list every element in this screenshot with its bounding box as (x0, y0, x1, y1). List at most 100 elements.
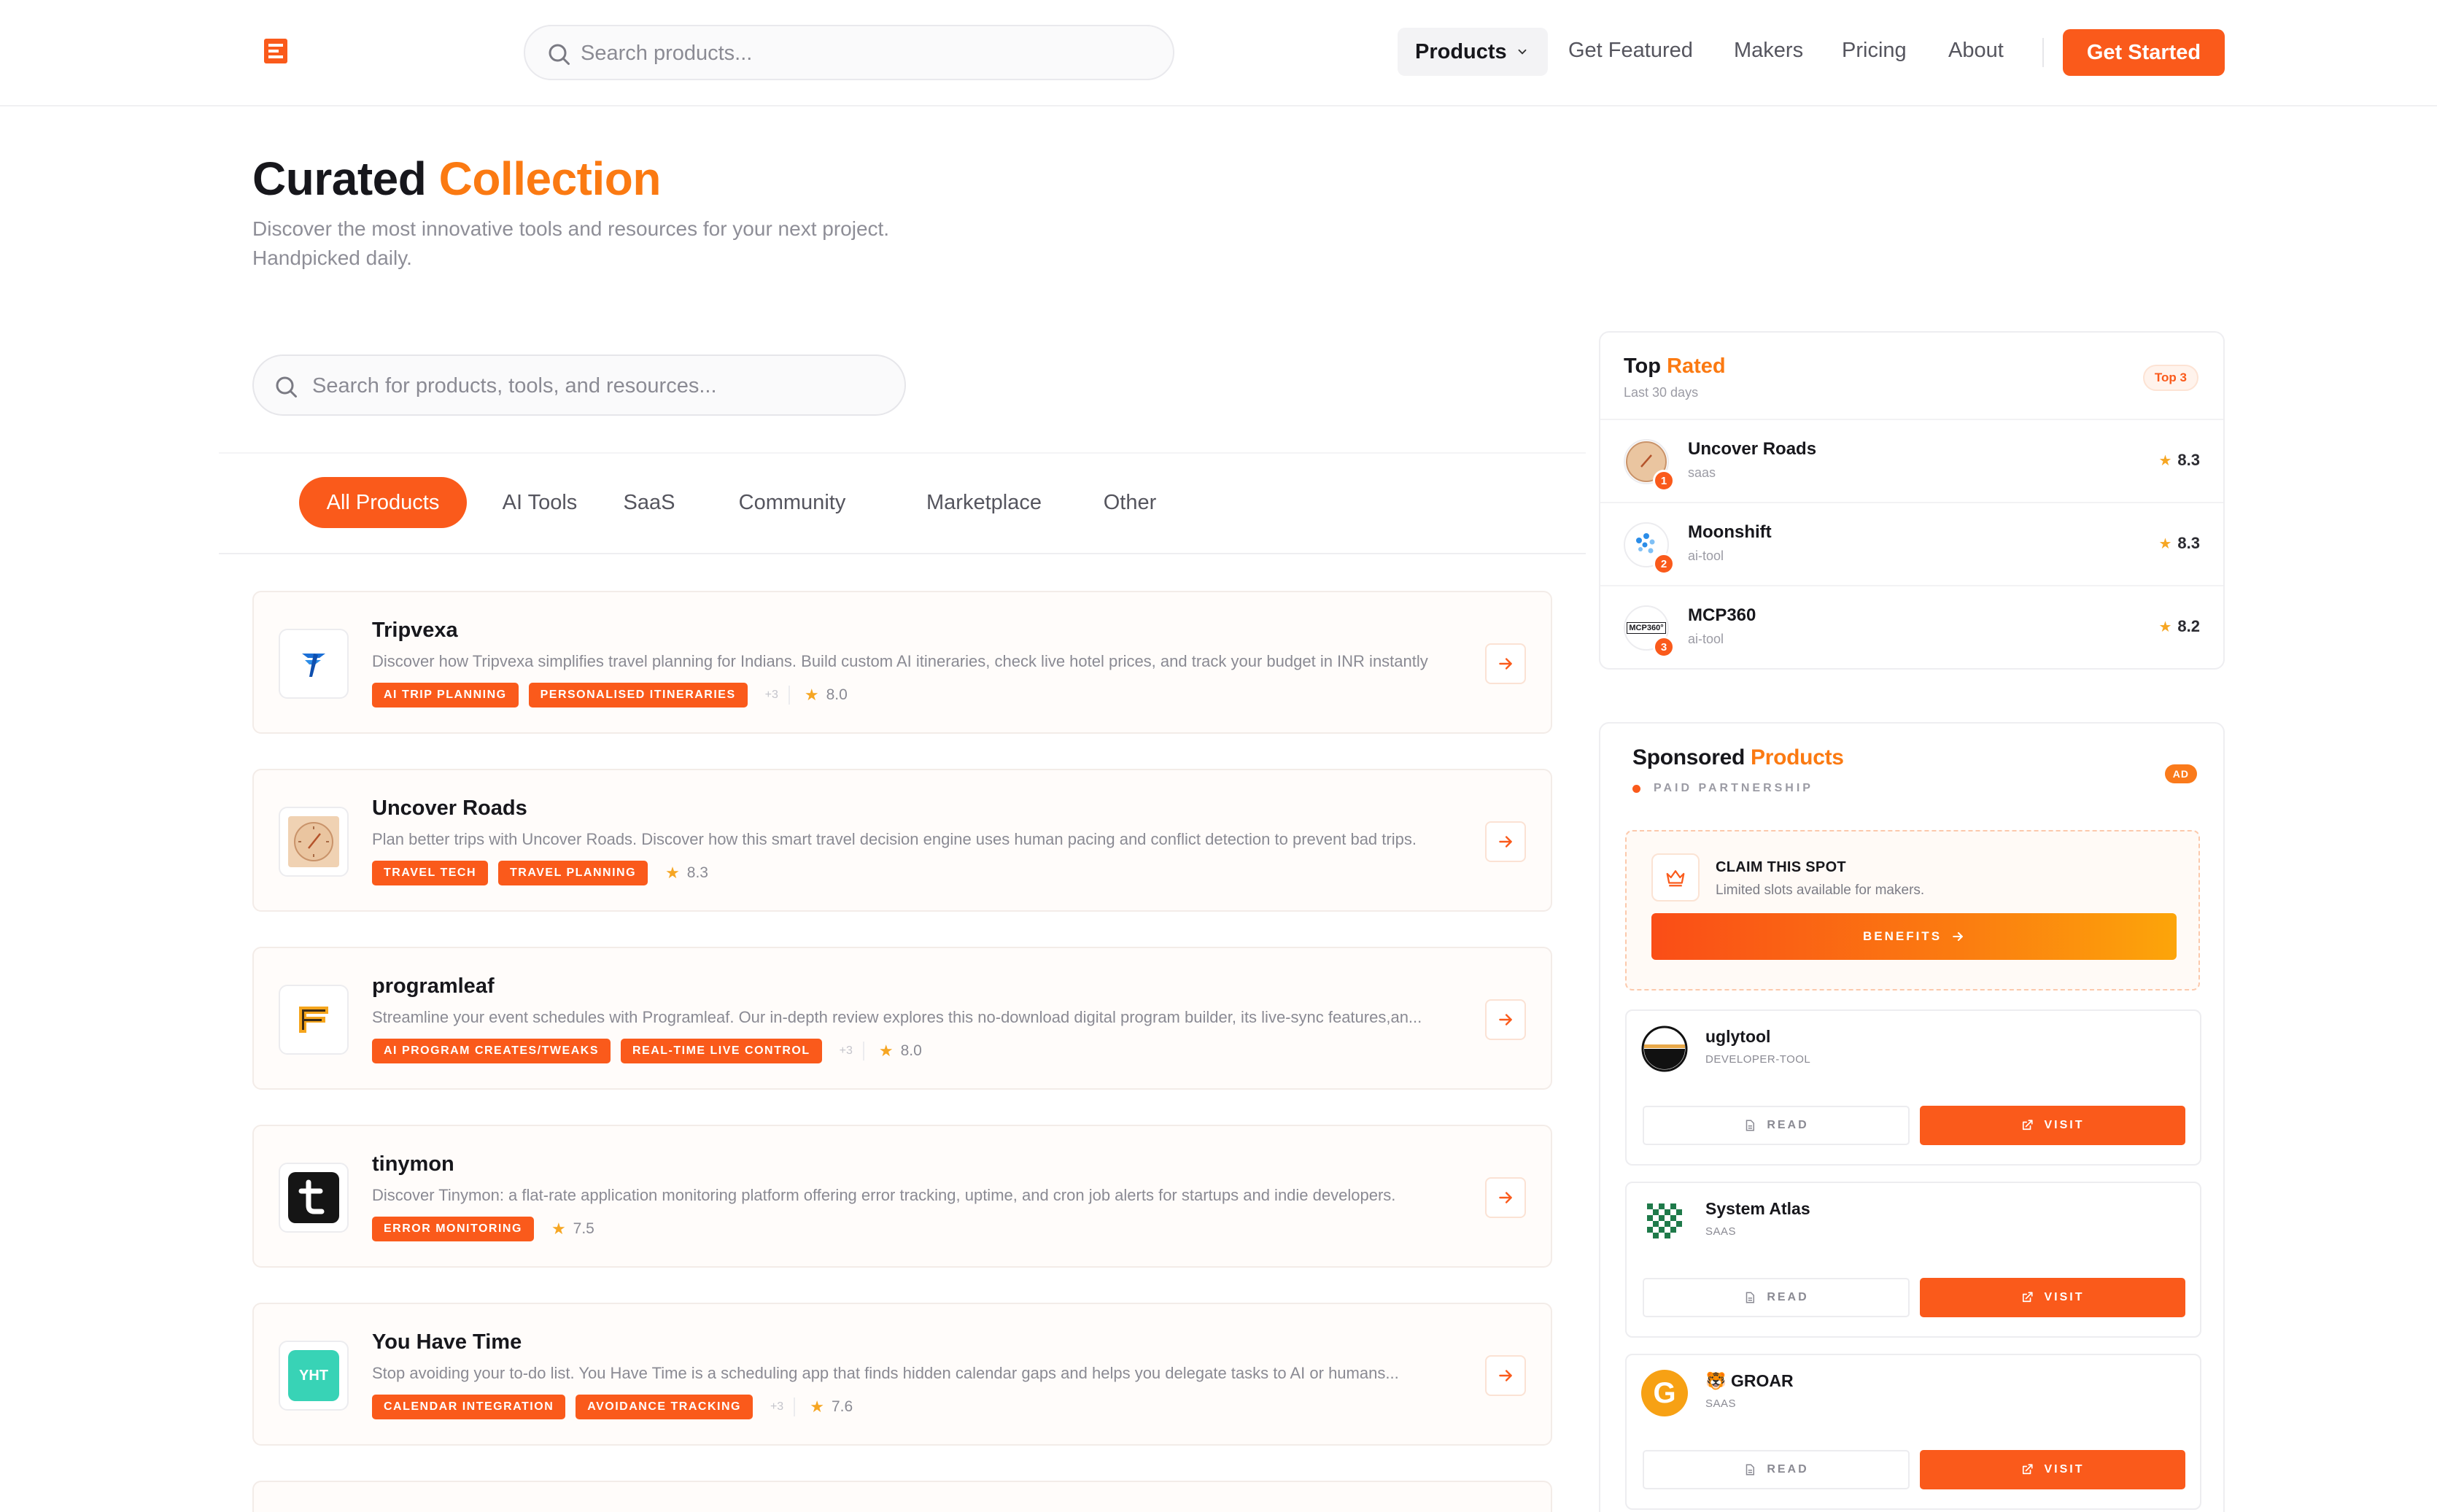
nav-search-input[interactable] (581, 36, 1150, 70)
external-link-icon (2023, 1464, 2034, 1475)
brand-logo-icon[interactable] (264, 39, 287, 63)
product-description: Stop avoiding your to-do list. You Have … (372, 1364, 1399, 1382)
product-search-input[interactable] (312, 369, 881, 403)
top-rated-category: saas (1688, 465, 1716, 480)
product-tags: AI TRIP PLANNING PERSONALISED ITINERARIE… (372, 683, 848, 707)
open-product-button[interactable] (1485, 643, 1526, 684)
search-icon (549, 44, 570, 65)
top-rated-score: ★ 8.3 (2158, 534, 2200, 553)
external-link-icon (2023, 1292, 2034, 1303)
product-card-tinymon[interactable]: tinymon Discover Tinymon: a flat-rate ap… (252, 1125, 1552, 1268)
arrow-right-icon (1499, 1370, 1512, 1381)
external-link-icon (2023, 1120, 2034, 1131)
product-search-box (252, 354, 906, 416)
document-icon (1746, 1292, 1755, 1303)
star-icon: ★ (878, 1042, 894, 1060)
read-button[interactable]: READ (1643, 1106, 1910, 1145)
nav-divider (2042, 38, 2044, 67)
sponsored-category: SAAS (1705, 1397, 1737, 1410)
product-card-programleaf[interactable]: programleaf Streamline your event schedu… (252, 947, 1552, 1090)
tinymon-logo-icon (279, 1163, 349, 1233)
benefits-label: BENEFITS (1862, 929, 1942, 943)
product-tags: TRAVEL TECH TRAVEL PLANNING ★ 8.3 (372, 861, 708, 885)
visit-label: VISIT (2044, 1291, 2085, 1303)
document-icon (1746, 1464, 1755, 1476)
programleaf-logo-icon (279, 985, 349, 1055)
open-product-button[interactable] (1485, 999, 1526, 1040)
get-started-button[interactable]: Get Started (2063, 29, 2225, 76)
claim-spot-card: CLAIM THIS SPOT Limited slots available … (1625, 830, 2200, 990)
yht-logo-text: YHT (288, 1350, 339, 1401)
sponsored-title: Sponsored Products (1632, 745, 1844, 770)
nav-link-pricing[interactable]: Pricing (1842, 39, 1907, 63)
product-tag: AVOIDANCE TRACKING (576, 1395, 753, 1419)
top-rated-period: Last 30 days (1624, 385, 1699, 400)
more-tags-count: +3 (764, 689, 778, 701)
read-button[interactable]: READ (1643, 1450, 1910, 1489)
top-rated-item[interactable]: MCP360° 3 MCP360 ai-tool ★ 8.2 (1600, 585, 2223, 668)
status-dot-icon (1632, 784, 1640, 793)
product-description: Streamline your event schedules with Pro… (372, 1008, 1422, 1026)
mcp360-logo-text: MCP360° (1627, 622, 1666, 634)
open-product-button[interactable] (1485, 1355, 1526, 1396)
product-name: Uncover Roads (372, 796, 527, 820)
search-icon (276, 376, 297, 398)
claim-subtitle: Limited slots available for makers. (1716, 883, 1925, 898)
divider (794, 1397, 796, 1416)
visit-button[interactable]: VISIT (1920, 1450, 2185, 1489)
sponsored-panel: Sponsored Products PAID PARTNERSHIP AD C… (1599, 722, 2225, 1512)
nav-products-dropdown[interactable]: Products (1398, 28, 1548, 76)
visit-button[interactable]: VISIT (1920, 1106, 2185, 1145)
score-value: 8.2 (2177, 617, 2200, 635)
more-tags-count: +3 (839, 1044, 853, 1057)
top-rated-title-accent: Rated (1667, 354, 1726, 378)
divider (862, 1042, 864, 1061)
page-title: Curated Collection (252, 152, 661, 206)
nav-link-makers[interactable]: Makers (1734, 39, 1803, 63)
top-rated-item[interactable]: 1 Uncover Roads saas ★ 8.3 (1600, 419, 2223, 502)
tab-marketplace[interactable]: Marketplace (900, 477, 1068, 528)
top-rated-name: Moonshift (1688, 522, 1772, 542)
open-product-button[interactable] (1485, 821, 1526, 862)
tab-other[interactable]: Other (1091, 477, 1169, 528)
ad-badge: AD (2164, 764, 2197, 783)
tab-all-products[interactable]: All Products (299, 477, 467, 528)
product-name: You Have Time (372, 1330, 522, 1354)
star-icon: ★ (2158, 619, 2172, 635)
claim-title: CLAIM THIS SPOT (1716, 859, 1846, 875)
product-rating: ★ 8.0 (879, 1042, 922, 1061)
top-rated-item[interactable]: 2 Moonshift ai-tool ★ 8.3 (1600, 502, 2223, 585)
read-button[interactable]: READ (1643, 1278, 1910, 1317)
score-value: 8.3 (2177, 451, 2200, 469)
product-card-partial[interactable] (252, 1481, 1552, 1512)
sponsored-name: 🐯 GROAR (1705, 1371, 1794, 1390)
more-tags-count: +3 (770, 1400, 784, 1413)
arrow-right-icon (1953, 932, 1963, 941)
tab-ai-tools[interactable]: AI Tools (489, 477, 591, 528)
chevron-down-icon (1518, 49, 1527, 55)
sponsored-item-groar: G 🐯 GROAR SAAS READ VISIT (1625, 1354, 2201, 1510)
open-product-button[interactable] (1485, 1177, 1526, 1218)
visit-button[interactable]: VISIT (1920, 1278, 2185, 1317)
top-rated-name: Uncover Roads (1688, 439, 1817, 459)
product-tag: TRAVEL TECH (372, 861, 489, 885)
benefits-button[interactable]: BENEFITS (1651, 913, 2177, 960)
top-rated-score: ★ 8.3 (2158, 451, 2200, 470)
product-card-you-have-time[interactable]: YHT You Have Time Stop avoiding your to-… (252, 1303, 1552, 1446)
nav-link-about[interactable]: About (1948, 39, 2004, 63)
rank-badge: 2 (1653, 553, 1675, 575)
product-card-uncover-roads[interactable]: Uncover Roads Plan better trips with Unc… (252, 769, 1552, 912)
product-card-tripvexa[interactable]: Tripvexa Discover how Tripvexa simplifie… (252, 591, 1552, 734)
rating-value: 7.6 (831, 1398, 853, 1415)
nav-link-get-featured[interactable]: Get Featured (1568, 39, 1693, 63)
tab-saas[interactable]: SaaS (613, 477, 686, 528)
product-rating: ★ 8.3 (665, 864, 708, 883)
top-rated-category: ai-tool (1688, 632, 1724, 646)
sponsored-title-accent: Products (1751, 745, 1844, 769)
product-tag: CALENDAR INTEGRATION (372, 1395, 566, 1419)
tab-community[interactable]: Community (705, 477, 880, 528)
sponsored-name: uglytool (1705, 1027, 1771, 1046)
nav-search-box (524, 25, 1174, 80)
compass-logo-icon (279, 807, 349, 877)
page-subtitle-line-1: Discover the most innovative tools and r… (252, 217, 890, 240)
